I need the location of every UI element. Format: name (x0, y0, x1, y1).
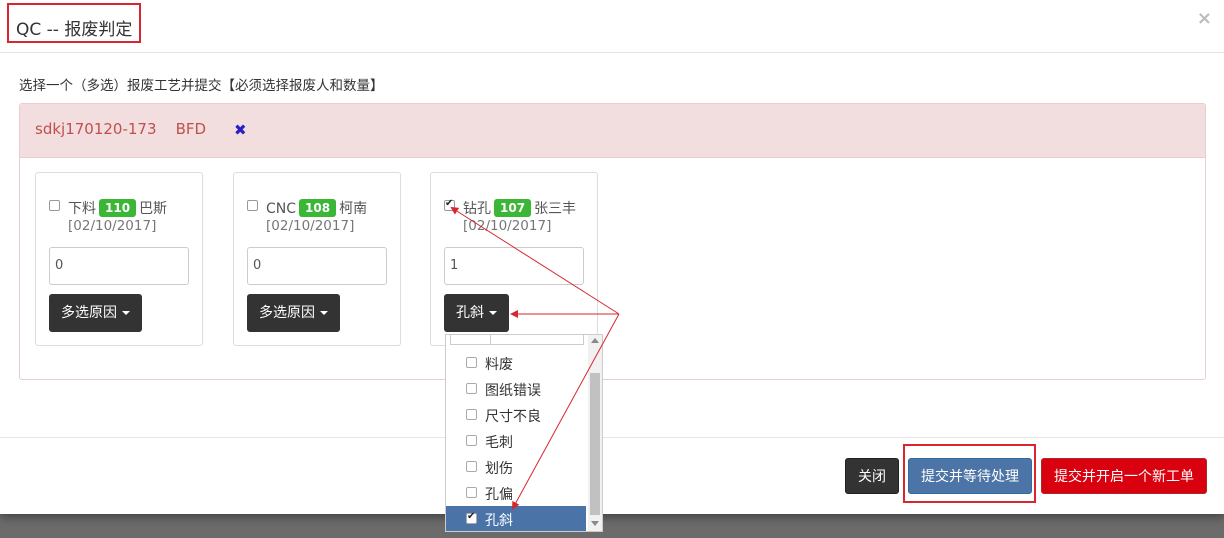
arrow-to-checkbox (450, 206, 620, 315)
arrow-to-item (512, 313, 620, 510)
annotation-arrows (450, 206, 620, 510)
